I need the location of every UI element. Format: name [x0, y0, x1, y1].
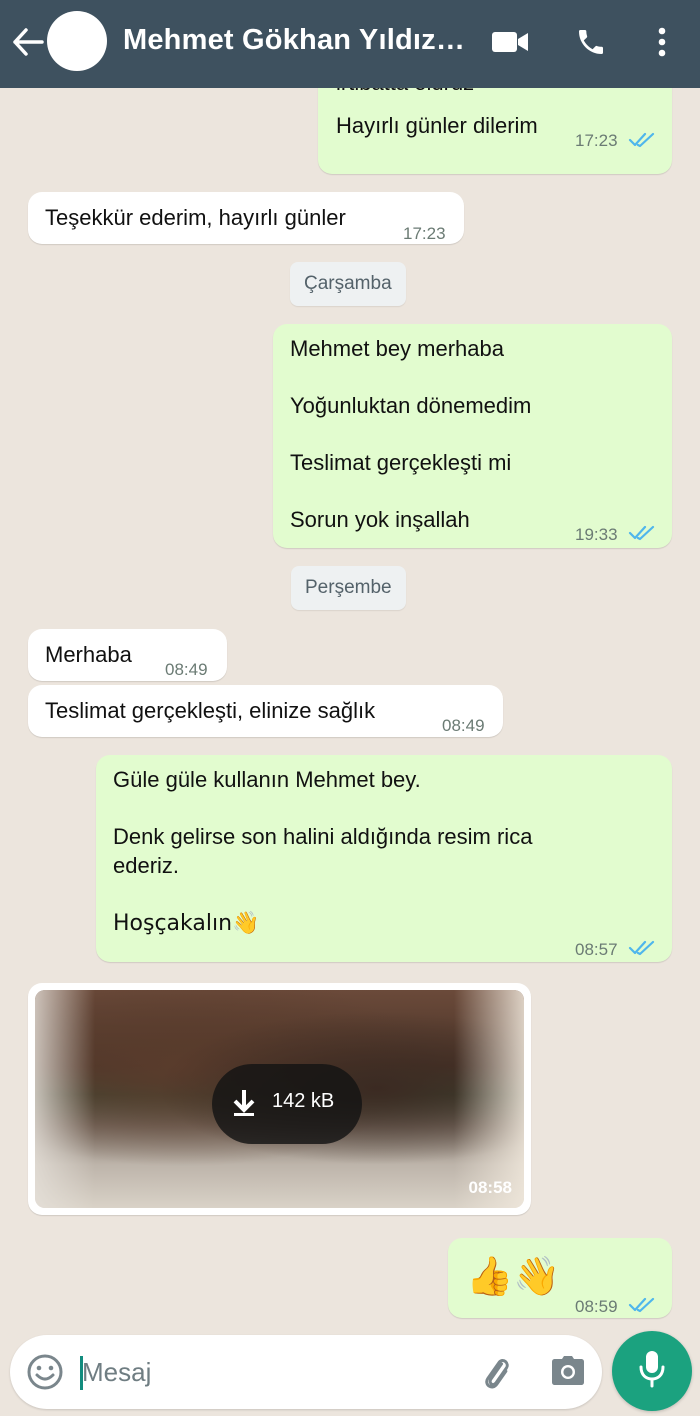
date-separator: Çarşamba [290, 262, 406, 306]
microphone-icon [637, 1349, 667, 1394]
message-text: Hoşçakalın👋 [113, 911, 260, 936]
message-text: Hayırlı günler dilerim [336, 113, 538, 138]
date-separator: Perşembe [291, 566, 406, 610]
read-receipt-icon [628, 935, 656, 965]
message-list[interactable]: irtibatta oluruz Hayırlı günler dilerim … [0, 88, 700, 1330]
back-arrow-icon[interactable] [12, 22, 46, 62]
paperclip-icon[interactable] [476, 1353, 516, 1398]
contact-name[interactable]: Mehmet Gökhan Yıldız… [123, 24, 468, 57]
download-button[interactable]: 142 kB [212, 1064, 362, 1144]
message-text: Teslimat gerçekleşti mi [290, 450, 512, 475]
microphone-button[interactable] [612, 1331, 692, 1411]
message-text: Merhaba [45, 642, 132, 667]
message-time: 08:58 [468, 1178, 512, 1197]
message-bubble[interactable]: Teslimat gerçekleşti, elinize sağlık 08:… [28, 685, 503, 737]
voice-call-icon[interactable] [572, 24, 610, 60]
message-bubble[interactable]: Güle güle kullanın Mehmet bey. Denk geli… [96, 755, 672, 962]
message-text: Teslimat gerçekleşti, elinize sağlık [45, 698, 376, 723]
message-time: 19:33 [575, 525, 618, 544]
video-call-icon[interactable] [490, 24, 530, 60]
message-bubble[interactable]: 👍👋 08:59 [448, 1238, 672, 1318]
message-time: 08:49 [165, 660, 208, 679]
message-time: 17:23 [575, 131, 618, 150]
blurred-image-preview[interactable]: 142 kB 08:58 [35, 990, 524, 1208]
download-arrow-icon [230, 1088, 258, 1123]
image-message[interactable]: 142 kB 08:58 [28, 983, 531, 1215]
message-bubble[interactable]: irtibatta oluruz Hayırlı günler dilerim … [318, 88, 672, 174]
message-text: 👍👋 [466, 1254, 561, 1298]
read-receipt-icon [628, 127, 656, 157]
read-receipt-icon [628, 1292, 656, 1322]
camera-icon[interactable] [550, 1354, 586, 1393]
message-text: Teşekkür ederim, hayırlı günler [45, 205, 346, 230]
message-text: Yoğunluktan dönemedim [290, 393, 532, 418]
more-options-icon[interactable] [650, 24, 674, 60]
message-text: irtibatta oluruz [336, 88, 474, 98]
message-bubble[interactable]: Mehmet bey merhaba Yoğunluktan dönemedim… [273, 324, 672, 548]
read-receipt-icon [628, 520, 656, 550]
message-bubble[interactable]: Merhaba 08:49 [28, 629, 227, 681]
message-time: 08:59 [575, 1297, 618, 1316]
message-text: Güle güle kullanın Mehmet bey. [113, 767, 421, 792]
message-time: 08:49 [442, 716, 485, 735]
message-text: Sorun yok inşallah [290, 507, 470, 532]
message-bubble[interactable]: Teşekkür ederim, hayırlı günler 17:23 [28, 192, 464, 244]
message-text: Denk gelirse son halini aldığında resim … [113, 824, 533, 849]
contact-avatar[interactable] [47, 11, 107, 71]
chat-header: Mehmet Gökhan Yıldız… [0, 0, 700, 88]
emoji-icon[interactable] [26, 1353, 64, 1396]
message-composer [10, 1335, 602, 1409]
message-time: 17:23 [403, 224, 446, 243]
message-input[interactable] [82, 1353, 462, 1391]
message-time: 08:57 [575, 940, 618, 959]
download-size: 142 kB [272, 1090, 335, 1112]
message-text: ederiz. [113, 853, 180, 878]
message-text: Mehmet bey merhaba [290, 336, 504, 361]
